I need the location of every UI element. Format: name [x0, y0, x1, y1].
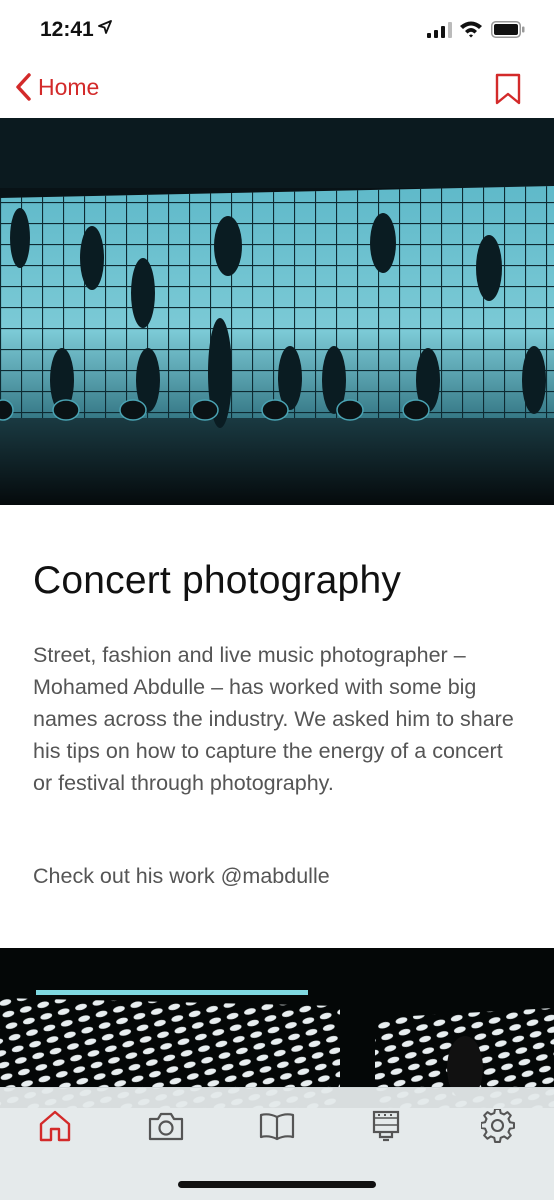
concert-stage-photo: [0, 118, 554, 505]
gear-icon: [481, 1109, 515, 1143]
cellular-signal-icon: [427, 22, 452, 38]
article-body: Street, fashion and live music photograp…: [33, 643, 514, 795]
article-cta: Check out his work @mabdulle: [33, 864, 330, 888]
tab-learn[interactable]: [257, 1106, 297, 1146]
wifi-icon: [460, 21, 482, 38]
tab-camera[interactable]: [146, 1106, 186, 1146]
home-indicator[interactable]: [178, 1181, 376, 1188]
navigation-bar: Home: [0, 60, 554, 118]
location-arrow-icon: [98, 20, 112, 34]
tab-film[interactable]: [366, 1106, 406, 1146]
status-time: 12:41: [40, 18, 94, 41]
status-bar: 12:41: [0, 0, 554, 60]
back-button[interactable]: Home: [14, 72, 99, 102]
bookmark-icon[interactable]: [494, 73, 522, 105]
chevron-left-icon: [16, 73, 31, 101]
film-icon: [372, 1110, 400, 1142]
hero-image: [0, 118, 554, 505]
secondary-image: [0, 948, 554, 1108]
battery-icon: [491, 21, 525, 38]
concert-light-photo: [0, 948, 554, 1108]
tab-home[interactable]: [35, 1106, 75, 1146]
book-icon: [259, 1113, 295, 1141]
article-title: Concert photography: [33, 559, 402, 602]
article-content: Concert photography Street, fashion and …: [0, 505, 554, 948]
camera-icon: [148, 1112, 184, 1141]
tab-settings[interactable]: [478, 1106, 518, 1146]
back-label: Home: [38, 73, 100, 100]
home-icon: [39, 1110, 71, 1142]
